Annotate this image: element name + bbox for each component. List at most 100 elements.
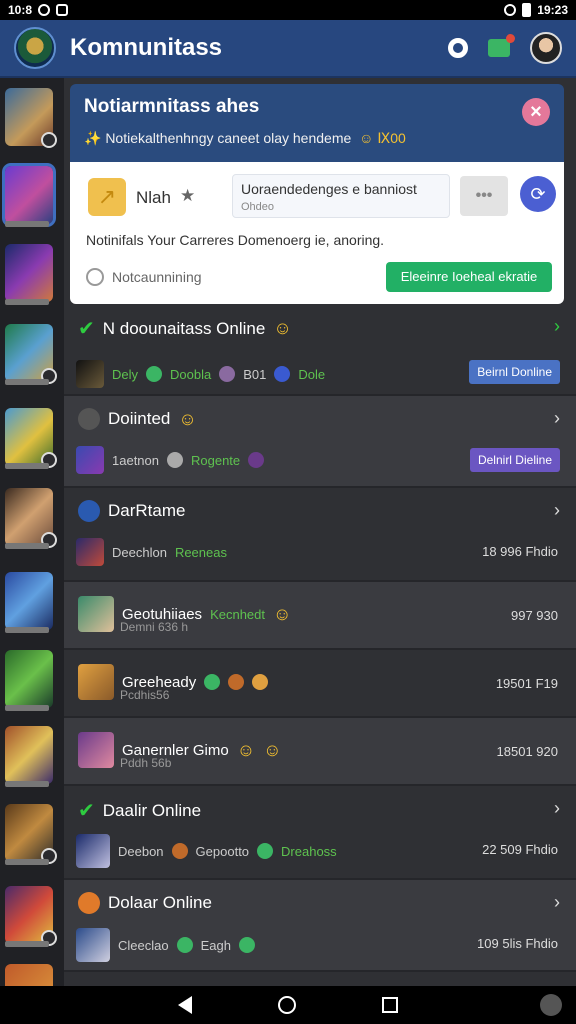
recents-icon[interactable] <box>382 997 398 1013</box>
assistant-icon[interactable] <box>540 994 562 1016</box>
list-item-partial[interactable] <box>64 972 576 986</box>
chevron-right-icon[interactable]: › <box>554 500 560 521</box>
gem-icon <box>257 843 274 859</box>
settings-icon[interactable] <box>448 38 468 58</box>
chevron-right-icon[interactable]: › <box>554 798 560 819</box>
list-item[interactable]: DarRtame › Deechlon Reeneas 18 996 Fhdio <box>64 488 576 582</box>
chevron-right-icon[interactable]: › <box>554 892 560 913</box>
game-icon <box>78 500 100 522</box>
app-title: Komnunitass <box>70 34 223 61</box>
row-title: Daalir Online <box>102 800 202 820</box>
star-icon[interactable]: ★ <box>180 186 195 206</box>
game-sidebar <box>0 78 64 986</box>
row-count: 22 509 Fhdio <box>482 842 558 857</box>
user-avatar[interactable] <box>530 32 562 64</box>
row-title: N doounaitass Online <box>102 318 266 338</box>
battery-icon <box>522 3 532 17</box>
status-left-text: 10:8 <box>8 3 33 17</box>
sidebar-game-thumb[interactable] <box>5 572 53 633</box>
row-sub: Pcdhis56 <box>120 688 170 702</box>
game-icon <box>78 732 114 768</box>
team-card: ↗ Nlah ★ Uoraendedenges e banniost Ohdeo… <box>70 162 564 304</box>
sidebar-game-thumb[interactable] <box>5 488 57 549</box>
card-description: Notinifals Your Carreres Domenoerg ie, a… <box>86 232 385 248</box>
list-item[interactable]: Ganernler Gimo ☺ ☺ Pddh 56b 18501 920 <box>64 718 576 786</box>
row-title: Dolaar Online <box>108 893 212 912</box>
card-status-text: Notcaunnining <box>112 269 202 285</box>
game-icon <box>78 408 100 430</box>
banner-title: Notiarmnitass ahes <box>84 96 260 117</box>
list-item[interactable]: ✔ Daalir Online › Deebon Gepootto Dreahos… <box>64 786 576 880</box>
main-content: Notiarmnitass ahes ✨ Notiekalthenhngy ca… <box>64 78 576 986</box>
list-item[interactable]: ✔ N doounaitass Online ☺ › Dely Doobla B01… <box>64 304 576 396</box>
row-action-button[interactable]: Beirnl Donline <box>469 360 560 384</box>
globe-icon <box>274 366 291 382</box>
gem-icon <box>238 937 255 953</box>
sidebar-game-thumb[interactable] <box>5 804 57 865</box>
row-sub: Pddh 56b <box>120 756 172 770</box>
home-icon[interactable] <box>278 996 296 1014</box>
sidebar-game-thumb[interactable] <box>5 244 53 305</box>
row-action-button[interactable]: Delnirl Dieline <box>469 448 560 472</box>
sidebar-game-thumb[interactable] <box>5 650 53 711</box>
game-icon <box>76 538 104 566</box>
row-count: 18501 920 <box>496 744 558 759</box>
row-left: Deechlon <box>112 544 167 560</box>
banner-extra: ☺ Ⅸ00 <box>359 130 406 146</box>
list-item[interactable]: Doiinted ☺ › 1aetnon Rogente Delnirl Diel… <box>64 396 576 488</box>
app-bar: Komnunitass <box>0 20 576 78</box>
sidebar-game-thumb[interactable] <box>5 886 57 947</box>
search-field[interactable]: Uoraendedenges e banniost Ohdeo <box>232 174 450 218</box>
more-button[interactable]: ••• <box>460 176 508 216</box>
row-tail: Dole <box>298 366 326 382</box>
badge-icon <box>228 674 245 690</box>
sidebar-game-thumb[interactable] <box>5 88 57 148</box>
refresh-icon[interactable]: ⟳ <box>520 176 556 212</box>
row-count: 19501 F19 <box>495 676 558 691</box>
game-icon <box>78 664 114 700</box>
search-value: Uoraendedenges e banniost <box>241 181 417 197</box>
game-icon <box>76 360 104 388</box>
clock-icon <box>86 268 104 286</box>
sidebar-game-thumb[interactable] <box>5 726 53 787</box>
status-bar: 10:8 19:23 <box>0 0 576 20</box>
app-logo[interactable] <box>14 27 56 69</box>
chevron-right-icon[interactable]: › <box>554 408 560 429</box>
sidebar-game-thumb[interactable] <box>5 324 57 385</box>
row-count: 109 5lis Fhdio <box>477 936 558 951</box>
join-button[interactable]: Eleeinre Ioeheal ekratie <box>386 262 552 292</box>
badge-icon <box>252 674 269 690</box>
row-count: 997 930 <box>511 608 558 623</box>
banner-subtitle-text: ✨ Notiekalthenhngy caneet olay hendeme <box>84 130 352 146</box>
game-icon <box>76 446 104 474</box>
sidebar-game-thumb[interactable] <box>5 408 57 469</box>
row-title: Doiinted <box>108 409 171 428</box>
close-icon[interactable]: × <box>522 98 550 126</box>
back-icon[interactable] <box>178 996 192 1014</box>
row-title: DarRtame <box>108 501 186 520</box>
check-icon: ✔ <box>78 800 95 822</box>
sidebar-game-thumb-selected[interactable] <box>2 163 56 227</box>
team-name: Nlah <box>136 188 171 207</box>
list-item[interactable]: Greeheady Pcdhis56 19501 F19 <box>64 650 576 718</box>
system-nav-bar <box>0 986 576 1024</box>
row-mid: Kecnhedt <box>210 606 265 622</box>
chevron-right-icon[interactable]: › <box>554 316 560 337</box>
row-left: Deebon <box>118 843 164 859</box>
sidebar-game-thumb[interactable] <box>5 964 53 986</box>
smile-icon: ☺ <box>273 603 292 624</box>
row-mid: Rogente <box>191 452 241 468</box>
gem-icon <box>176 937 193 953</box>
row-mid: Doobla <box>170 366 212 382</box>
app-notification-icon <box>56 4 69 16</box>
game-icon <box>78 596 114 632</box>
list-item[interactable]: Geotuhiiaes Kecnhedt ☺ Demni 636 h 997 930 <box>64 582 576 650</box>
notification-icon <box>38 4 51 16</box>
row-mid: Reeneas <box>174 544 227 560</box>
row-left: Dely <box>112 366 139 382</box>
smile-icon: ☺ <box>236 739 256 760</box>
list-item[interactable]: Dolaar Online › Cleeclao Eagh 109 5lis F… <box>64 880 576 972</box>
badge-icon <box>171 843 188 859</box>
banner-subtitle: ✨ Notiekalthenhngy caneet olay hendeme ☺… <box>84 130 550 147</box>
gift-icon[interactable] <box>488 34 515 57</box>
